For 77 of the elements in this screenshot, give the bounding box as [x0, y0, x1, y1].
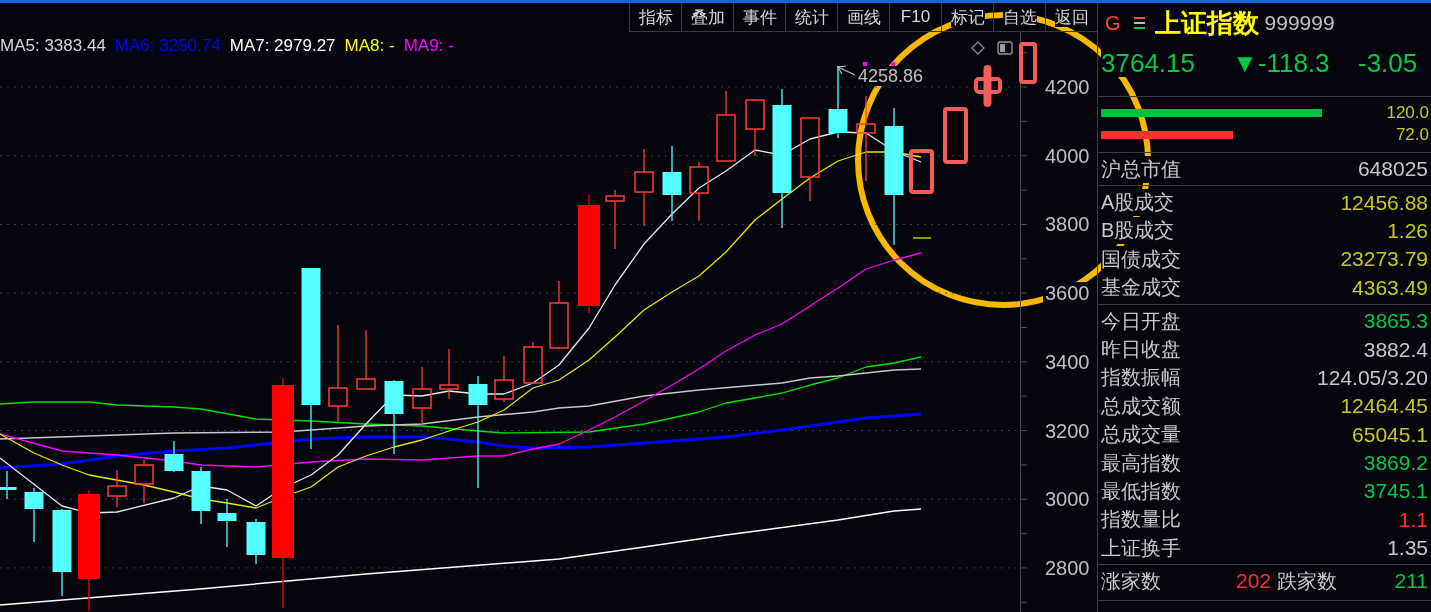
toolbar-button[interactable]: 事件 — [733, 3, 785, 31]
split-square-icon[interactable] — [997, 41, 1013, 55]
candlestick — [745, 98, 765, 157]
moving-average-label: MA9: - — [403, 35, 454, 57]
index-price: 3764.15 — [1101, 49, 1195, 77]
candlestick — [246, 518, 266, 565]
candlestick — [494, 355, 514, 403]
candlestick — [24, 487, 44, 543]
toolbar-button[interactable]: 叠加 — [681, 3, 733, 31]
stat-value: 648025 — [1357, 157, 1429, 182]
index-code: 999999 — [1264, 11, 1335, 35]
axis-label: 2800 — [1045, 556, 1090, 579]
candlestick — [549, 280, 569, 350]
stat-value: 1.26 — [1387, 218, 1429, 243]
candlestick — [164, 440, 184, 473]
stat-label: A股成交 — [1101, 189, 1175, 217]
index-name: 上证指数 — [1154, 6, 1259, 40]
stat-label: 沪总市值 — [1101, 155, 1181, 183]
toolbar-button[interactable]: 标记 — [941, 3, 993, 31]
candlestick — [191, 466, 211, 525]
candlestick — [439, 348, 459, 400]
candlestick — [217, 498, 237, 548]
toolbar-button[interactable]: 统计 — [785, 3, 837, 31]
stat-value: 3869.2 — [1363, 451, 1429, 476]
drawn-candle — [1019, 42, 1037, 84]
market-label: G — [1105, 11, 1121, 35]
stat-value: 1.1 — [1398, 507, 1429, 532]
moving-average-label: MA6: 3250.74 — [114, 35, 221, 57]
stat-value: 4363.49 — [1352, 275, 1429, 300]
candlestick — [689, 161, 709, 222]
candlestick — [523, 341, 543, 385]
stat-value: 12456.88 — [1340, 190, 1429, 215]
axis-label: 3600 — [1045, 282, 1090, 305]
candlestick — [412, 366, 432, 425]
stat-value: 3865.3 — [1363, 309, 1429, 334]
stat-value: 124.05/3.20 — [1317, 365, 1429, 390]
pointer-arrow — [837, 65, 856, 76]
rising-count: 202 — [1236, 569, 1272, 594]
candlestick — [605, 189, 625, 250]
stat-value: 1.35 — [1387, 536, 1429, 561]
toolbar-button[interactable]: 返回 — [1045, 3, 1097, 31]
drawn-candle — [909, 149, 934, 194]
stat-value: 12464.45 — [1340, 394, 1429, 419]
axis-label: 3400 — [1045, 350, 1090, 373]
candlestick — [0, 470, 17, 500]
price-marker — [912, 237, 932, 239]
axis-label: 4000 — [1045, 144, 1090, 167]
falling-count: 211 — [1394, 569, 1429, 594]
moving-average-label: MA7: 2979.27 — [229, 35, 336, 57]
stat-label: B股成交 — [1101, 217, 1175, 245]
moving-average-label: MA8: - — [344, 35, 395, 57]
high-price-label: 4258.86 — [858, 66, 924, 86]
stat-value: 65045.1 — [1352, 422, 1429, 447]
percent-change: -3.05 — [1358, 49, 1419, 77]
toolbar-button[interactable]: F10 — [889, 3, 941, 31]
axis-label: 3800 — [1045, 213, 1090, 236]
drawn-candle — [974, 65, 1002, 107]
moving-average-label: MA5: 3383.44 — [0, 35, 106, 57]
price-change: ▼-118.3 — [1232, 49, 1331, 77]
candlestick — [134, 459, 154, 504]
toolbar-button[interactable]: 自选 — [993, 3, 1045, 31]
axis-label: 4200 — [1045, 76, 1090, 98]
drawn-candle — [943, 107, 968, 164]
axis-label: 3000 — [1045, 488, 1090, 511]
toolbar-button[interactable]: 画线 — [837, 3, 889, 31]
candlestick — [107, 469, 127, 508]
axis-label: 3200 — [1045, 419, 1090, 442]
candlestick — [356, 329, 376, 391]
stat-value: 3745.1 — [1363, 479, 1429, 504]
menu-icon[interactable] — [1133, 17, 1145, 29]
bar-value: 72.0 — [1395, 124, 1429, 146]
diamond-icon[interactable] — [971, 41, 985, 55]
stat-label: 国债成交 — [1101, 245, 1181, 273]
stat-value: 3882.4 — [1363, 337, 1429, 362]
toolbar-button[interactable]: 指标 — [629, 3, 681, 31]
stat-value: 23273.79 — [1340, 247, 1429, 272]
bar-value: 120.0 — [1386, 102, 1429, 124]
